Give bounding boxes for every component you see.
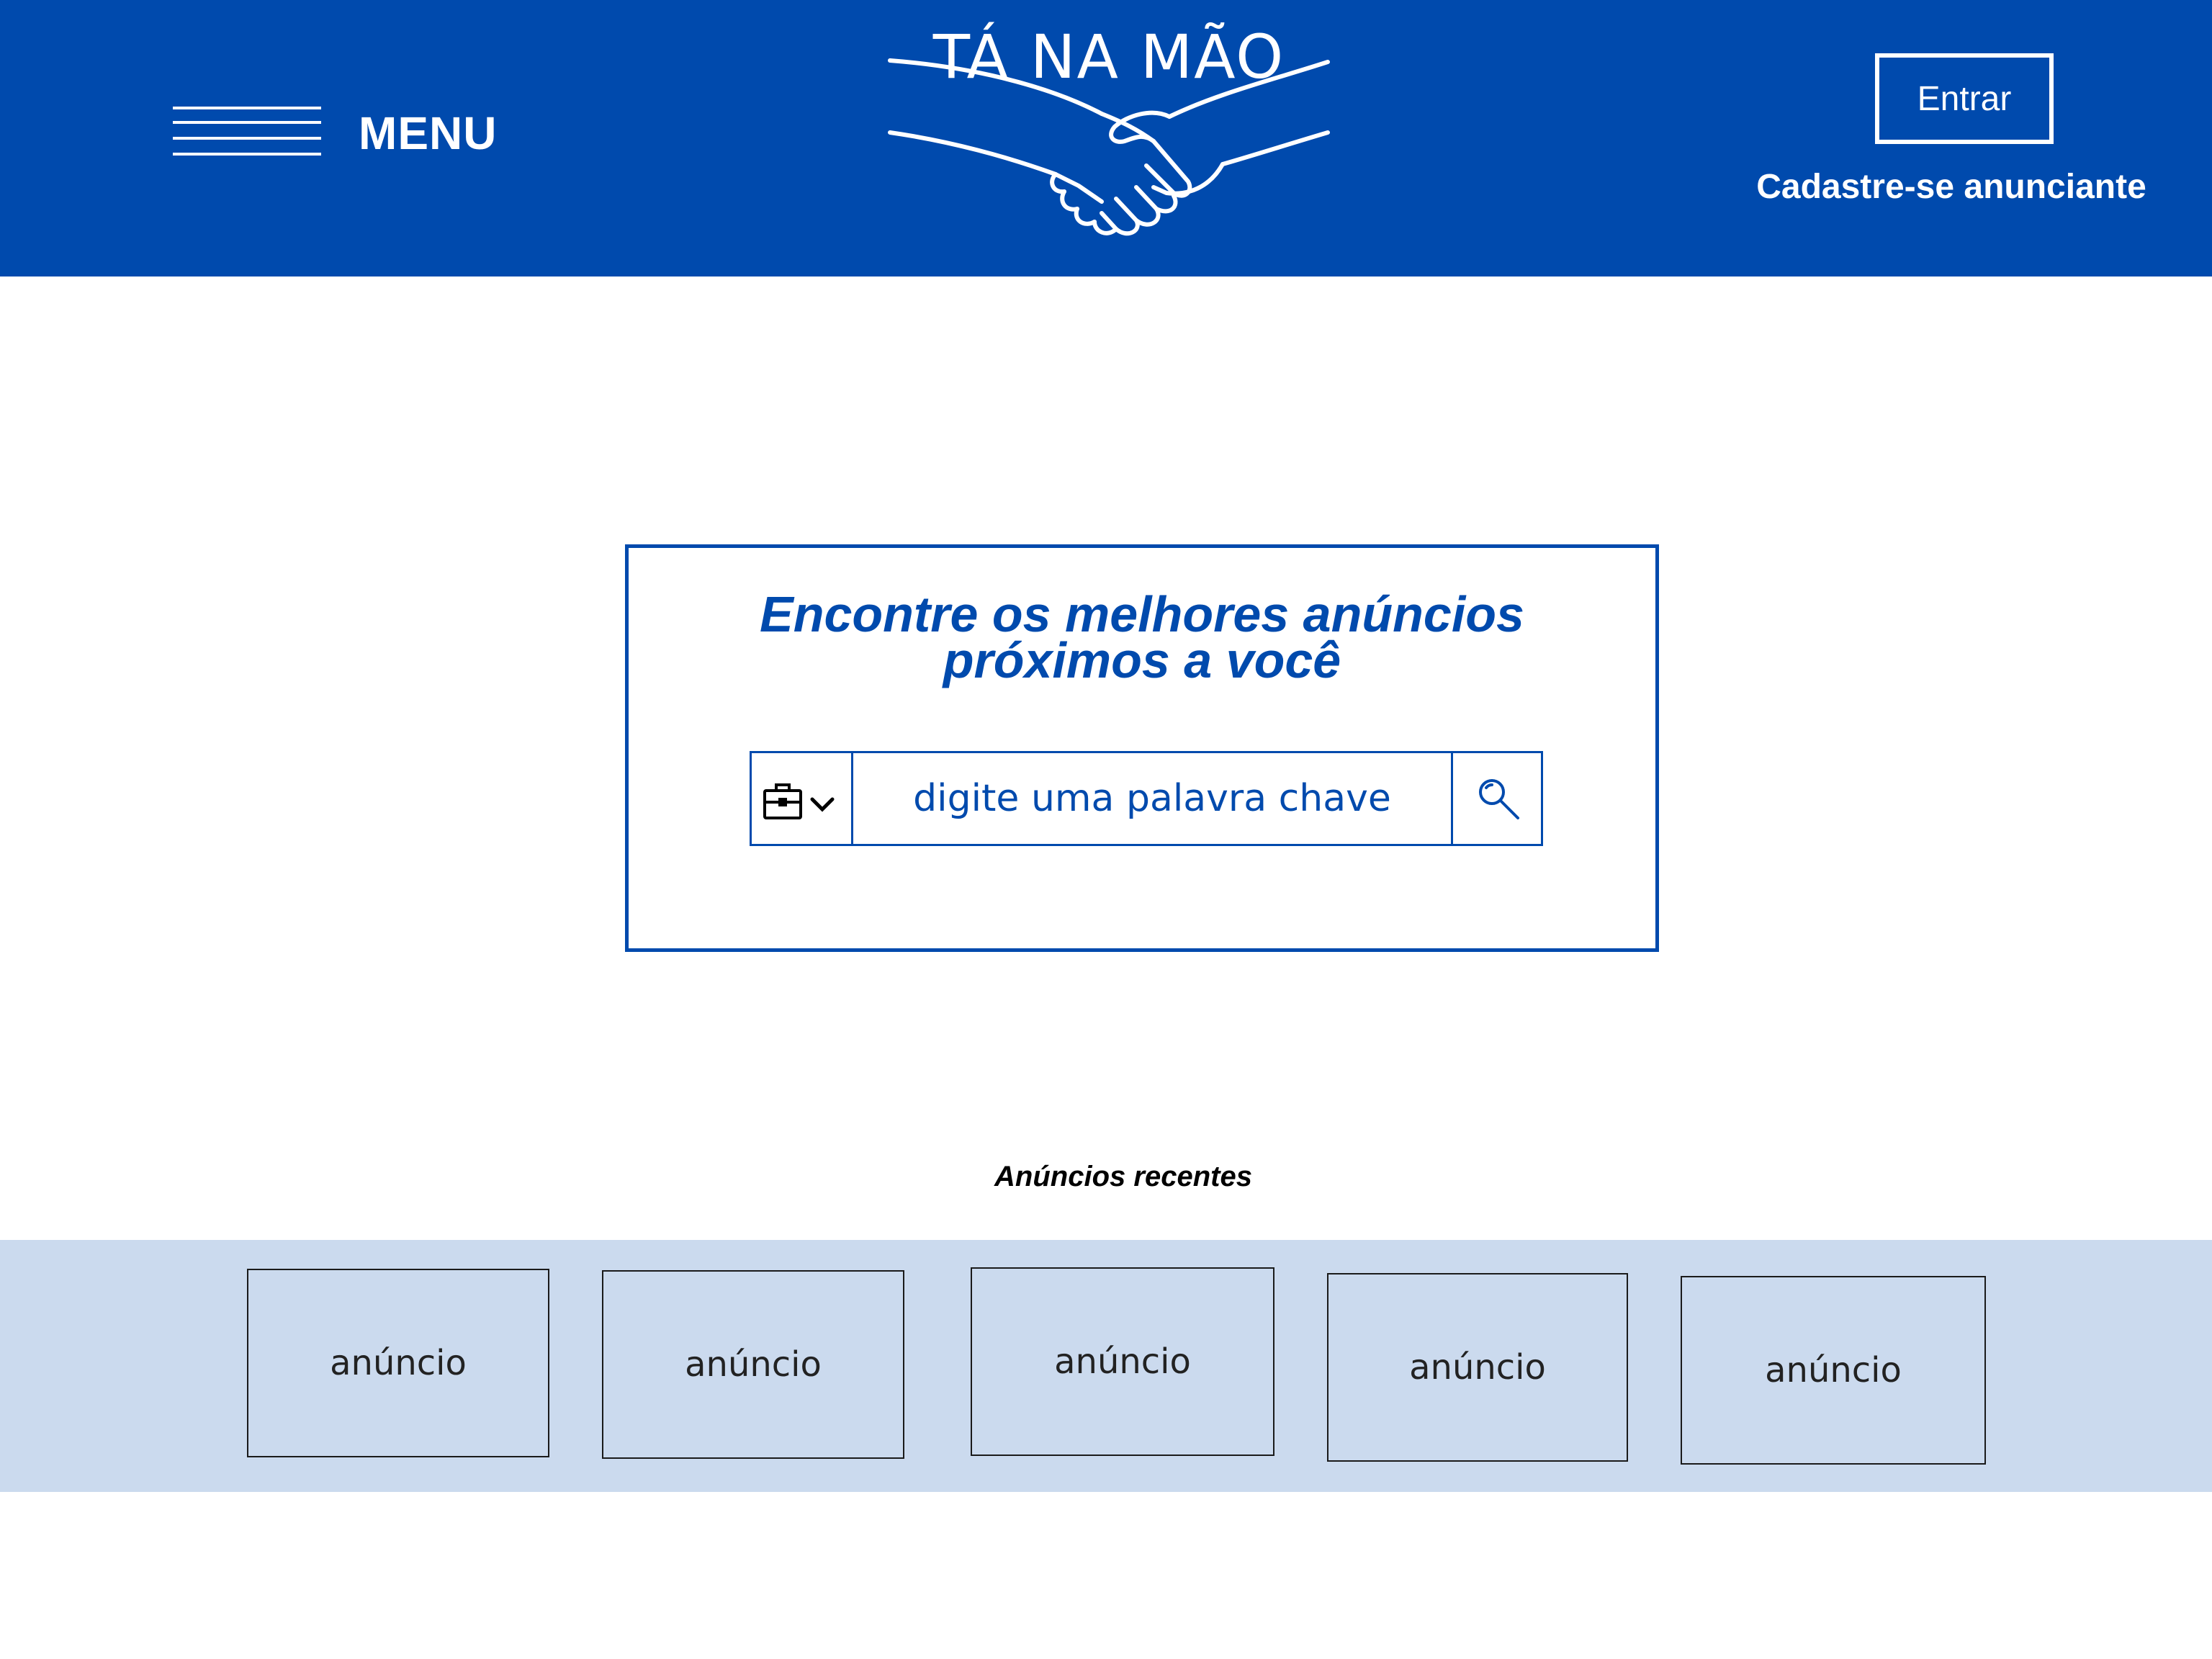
search-headline-line1: Encontre os melhores anúncios	[760, 586, 1524, 642]
logo-title: TÁ NA MÃO	[932, 22, 1285, 92]
search-headline-line2: próximos a você	[943, 632, 1341, 688]
category-dropdown[interactable]	[750, 751, 853, 846]
search-headline: Encontre os melhores anúncios próximos a…	[629, 586, 1655, 688]
ad-card[interactable]: anúncio	[1681, 1276, 1986, 1465]
ad-card[interactable]: anúncio	[247, 1269, 549, 1457]
ad-card[interactable]: anúncio	[1327, 1273, 1628, 1462]
ad-card[interactable]: anúncio	[971, 1267, 1274, 1456]
search-bar	[750, 751, 1543, 846]
login-button[interactable]: Entrar	[1875, 53, 2054, 144]
hamburger-menu-icon[interactable]	[173, 105, 321, 156]
search-panel: Encontre os melhores anúncios próximos a…	[625, 544, 1659, 952]
keyword-search-input[interactable]	[851, 751, 1453, 846]
advertiser-signup-link[interactable]: Cadastre-se anunciante	[1728, 167, 2175, 207]
menu-label[interactable]: MENU	[359, 107, 497, 160]
briefcase-icon	[763, 783, 802, 819]
recent-ads-strip: anúncio anúncio anúncio anúncio anúncio	[0, 1240, 2212, 1492]
site-logo[interactable]: TÁ NA MÃO	[886, 14, 1332, 252]
search-button[interactable]	[1451, 751, 1543, 846]
search-icon	[1479, 779, 1519, 819]
top-header: MENU TÁ NA MÃO Entrar Cadastre-se anunci…	[0, 0, 2212, 276]
chevron-down-icon	[810, 797, 835, 812]
recent-ads-heading: Anúncios recentes	[994, 1161, 1252, 1192]
ad-card[interactable]: anúncio	[602, 1270, 904, 1459]
